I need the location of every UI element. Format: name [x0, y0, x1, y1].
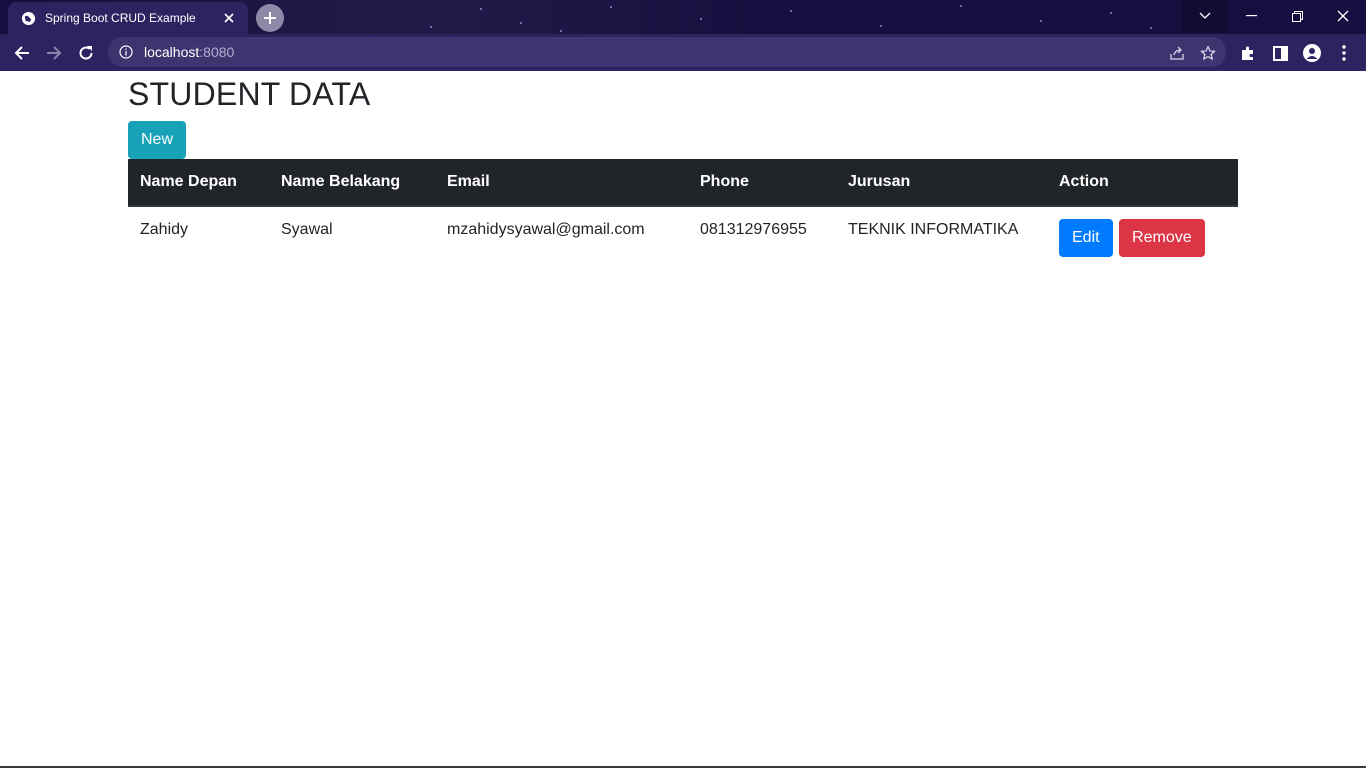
new-button[interactable]: New [128, 121, 186, 159]
header-phone: Phone [688, 159, 836, 207]
header-name-depan: Name Depan [128, 159, 269, 207]
url-text: localhost:8080 [144, 44, 234, 60]
header-jurusan: Jurusan [836, 159, 1047, 207]
arrow-left-icon [14, 46, 29, 60]
tab-title: Spring Boot CRUD Example [45, 11, 196, 25]
restore-icon [1291, 10, 1303, 22]
browser-chrome: Spring Boot CRUD Example localhost:8080 [0, 0, 1366, 71]
globe-icon [21, 11, 36, 26]
table-header-row: Name Depan Name Belakang Email Phone Jur… [128, 159, 1238, 207]
main-container: STUDENT DATA New Name Depan Name Belakan… [128, 71, 1238, 271]
header-email: Email [435, 159, 688, 207]
close-window-button[interactable] [1320, 0, 1366, 32]
page-title: STUDENT DATA [128, 76, 371, 112]
share-icon[interactable] [1168, 44, 1186, 62]
extensions-button[interactable] [1233, 38, 1263, 68]
side-panel-button[interactable] [1265, 38, 1295, 68]
table-row: Zahidy Syawal mzahidysyawal@gmail.com 08… [128, 205, 1238, 271]
tab-active[interactable]: Spring Boot CRUD Example [8, 2, 248, 34]
url-host: localhost [144, 44, 200, 60]
remove-button[interactable]: Remove [1119, 219, 1205, 257]
side-panel-icon [1272, 45, 1288, 61]
puzzle-icon [1242, 46, 1253, 60]
reload-button[interactable] [71, 38, 101, 68]
tab-strip: Spring Boot CRUD Example [0, 0, 1366, 34]
close-icon [1337, 10, 1349, 22]
header-name-belakang: Name Belakang [269, 159, 435, 207]
bookmark-star-icon[interactable] [1199, 44, 1217, 62]
arrow-right-icon [47, 46, 62, 60]
edit-button[interactable]: Edit [1059, 219, 1113, 257]
new-tab-button[interactable] [256, 4, 284, 32]
back-button[interactable] [7, 38, 37, 68]
reload-icon [79, 46, 93, 60]
cell-email: mzahidysyawal@gmail.com [435, 205, 688, 271]
page-content: STUDENT DATA New Name Depan Name Belakan… [0, 71, 1366, 768]
profile-button[interactable] [1297, 38, 1327, 68]
minimize-icon [1245, 15, 1257, 17]
menu-button[interactable] [1329, 38, 1359, 68]
chevron-down-icon [1199, 12, 1211, 19]
browser-toolbar: localhost:8080 [0, 34, 1366, 71]
avatar-icon [1303, 44, 1321, 62]
cell-phone: 081312976955 [688, 205, 836, 271]
minimize-button[interactable] [1228, 0, 1274, 32]
cell-last-name: Syawal [269, 205, 435, 271]
plus-icon [264, 12, 276, 24]
address-bar[interactable]: localhost:8080 [108, 37, 1226, 67]
restore-button[interactable] [1274, 0, 1320, 32]
info-icon[interactable] [118, 44, 134, 60]
kebab-menu-icon [1342, 45, 1346, 61]
student-table: Name Depan Name Belakang Email Phone Jur… [128, 159, 1238, 271]
tab-search-button[interactable] [1182, 0, 1228, 32]
cell-jurusan: TEKNIK INFORMATIKA [836, 205, 1047, 271]
header-action: Action [1047, 159, 1238, 207]
forward-button[interactable] [39, 38, 69, 68]
cell-first-name: Zahidy [128, 205, 269, 271]
url-port: :8080 [199, 44, 235, 60]
cell-action: Edit Remove [1047, 205, 1238, 271]
close-icon[interactable] [220, 9, 238, 27]
